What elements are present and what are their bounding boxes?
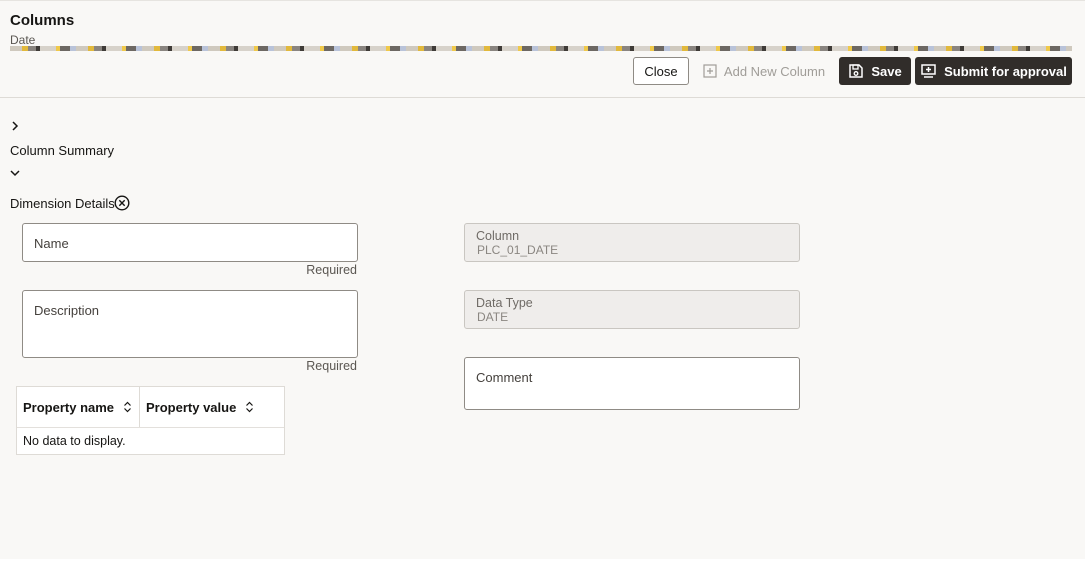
dimension-details-heading[interactable]: Dimension Details: [10, 196, 115, 211]
decorative-banner: [10, 46, 1072, 51]
data-type-field-label: Data Type: [476, 296, 533, 310]
page-title: Columns: [10, 12, 75, 29]
column-field: Column PLC_01_DATE: [464, 223, 800, 262]
comment-field[interactable]: Comment: [464, 357, 800, 410]
properties-table: Property name Property value No data to …: [16, 386, 285, 455]
property-value-header-label: Property value: [146, 399, 237, 415]
description-field[interactable]: Description: [22, 290, 358, 358]
sort-updown-icon[interactable]: [245, 401, 254, 413]
save-button[interactable]: Save: [839, 57, 911, 85]
plus-square-icon: [703, 64, 717, 78]
description-field-label: Description: [34, 303, 100, 318]
data-type-field: Data Type DATE: [464, 290, 800, 329]
name-field[interactable]: Name: [22, 223, 358, 262]
description-required-hint: Required: [306, 359, 357, 373]
page: Columns Date Close Add New Column Save S…: [0, 0, 1085, 559]
header-divider: [0, 97, 1085, 98]
circle-x-icon[interactable]: [114, 195, 130, 211]
column-field-value: PLC_01_DATE: [477, 243, 559, 257]
close-button[interactable]: Close: [633, 57, 689, 85]
save-button-label: Save: [871, 63, 902, 79]
close-button-label: Close: [644, 63, 678, 79]
submit-button-label: Submit for approval: [944, 63, 1067, 79]
submit-tray-icon: [920, 63, 937, 79]
column-header-property-name[interactable]: Property name: [17, 387, 140, 427]
add-new-column-label: Add New Column: [723, 63, 826, 79]
sort-updown-icon[interactable]: [123, 401, 132, 413]
column-header-property-value[interactable]: Property value: [140, 387, 285, 427]
data-type-field-value: DATE: [477, 310, 509, 324]
submit-for-approval-button[interactable]: Submit for approval: [915, 57, 1072, 85]
comment-field-label: Comment: [476, 370, 533, 385]
column-field-label: Column: [476, 229, 520, 243]
column-summary-heading[interactable]: Column Summary: [10, 143, 114, 158]
empty-table-message: No data to display.: [23, 434, 126, 448]
table-header-divider: [17, 427, 284, 428]
property-name-header-label: Property name: [23, 399, 115, 415]
chevron-right-icon[interactable]: [9, 120, 21, 132]
add-new-column-button[interactable]: Add New Column: [697, 57, 831, 85]
chevron-down-icon[interactable]: [9, 167, 21, 179]
name-field-label: Name: [34, 236, 69, 251]
floppy-disk-icon: [848, 63, 864, 79]
name-required-hint: Required: [306, 263, 357, 277]
page-subtitle: Date: [10, 33, 36, 47]
